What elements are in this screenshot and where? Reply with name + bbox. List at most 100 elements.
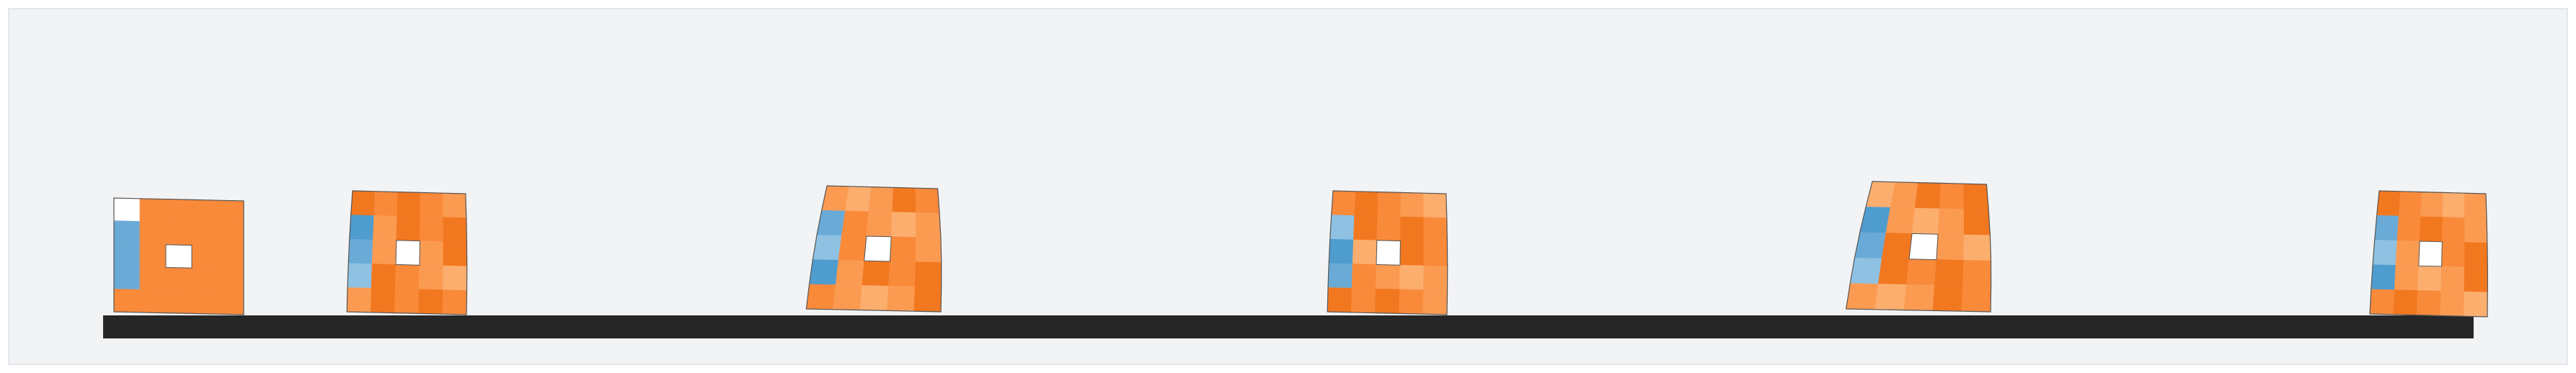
voxel-cell <box>1846 283 1879 310</box>
voxel-cell <box>845 186 872 212</box>
voxel-cell <box>139 266 167 291</box>
voxel-cell <box>2442 192 2465 218</box>
voxel-cell <box>1911 207 1940 235</box>
voxel-cell <box>217 246 244 270</box>
voxel-cell <box>1881 233 1913 260</box>
voxel-cell <box>350 190 376 216</box>
voxel-cell <box>1849 257 1882 284</box>
soft-robot-frame-3 <box>805 185 942 313</box>
voxel-cell <box>2396 215 2422 242</box>
voxel-cell <box>1934 259 1965 287</box>
voxel-cell <box>1963 183 1989 210</box>
soft-robot-frame-4 <box>1327 190 1448 315</box>
voxel-cell <box>1352 239 1378 265</box>
voxel-cell <box>371 287 396 313</box>
voxel-cell <box>113 243 141 267</box>
voxel-cell <box>217 291 244 315</box>
voxel-cell <box>443 265 468 291</box>
voxel-cell <box>217 199 244 224</box>
voxel-cell <box>165 199 192 223</box>
voxel-cell <box>1327 287 1353 313</box>
voxel-cell <box>2417 265 2442 292</box>
voxel-cell <box>2369 289 2395 315</box>
voxel-cell <box>1351 264 1377 289</box>
robot-hollow <box>864 235 892 262</box>
voxel-cell <box>1399 264 1425 290</box>
soft-robot-frame-5 <box>1845 181 1992 313</box>
voxel-cell <box>1423 265 1448 291</box>
voxel-cell <box>1890 181 1918 209</box>
voxel-cell <box>349 215 375 241</box>
voxel-cell <box>1327 263 1353 289</box>
voxel-cell <box>1937 208 1965 235</box>
voxel-cell <box>2419 216 2443 243</box>
voxel-cell <box>139 289 167 313</box>
voxel-cell <box>191 222 218 246</box>
voxel-cell <box>2393 289 2418 315</box>
voxel-cell <box>833 284 863 310</box>
voxel-cell <box>2420 192 2444 217</box>
voxel-cell <box>442 289 467 315</box>
voxel-cell <box>806 284 836 310</box>
voxel-cell <box>113 197 141 222</box>
voxel-cell <box>2464 217 2488 243</box>
robot-hollow <box>1908 233 1939 261</box>
voxel-cell <box>841 210 869 237</box>
voxel-cell <box>2440 290 2465 317</box>
voxel-cell <box>1963 234 1991 261</box>
voxel-cell <box>2374 215 2399 241</box>
voxel-cell <box>1962 260 1991 287</box>
voxel-cell <box>1423 217 1448 243</box>
voxel-cell <box>913 286 942 313</box>
voxel-cell <box>862 260 890 287</box>
voxel-cell <box>191 199 218 224</box>
voxel-cell <box>443 241 468 267</box>
voxel-cell <box>443 217 467 243</box>
voxel-cell <box>914 261 942 288</box>
voxel-cell <box>1877 258 1910 285</box>
voxel-cell <box>418 264 444 290</box>
voxel-cell <box>139 221 167 246</box>
voxel-cell <box>892 187 916 213</box>
voxel-cell <box>2441 241 2466 268</box>
voxel-cell <box>394 264 420 290</box>
voxel-cell <box>1914 182 1942 210</box>
robot-hollow <box>1376 240 1401 266</box>
voxel-cell <box>443 192 467 218</box>
voxel-cell <box>1399 289 1424 315</box>
voxel-cell <box>916 212 942 238</box>
voxel-cell <box>347 263 373 289</box>
robot-hollow <box>165 244 192 269</box>
voxel-cell <box>1932 284 1963 312</box>
soft-robot-frame-2 <box>346 190 468 315</box>
voxel-cell <box>348 238 373 264</box>
robot-hollow <box>395 240 420 266</box>
voxel-cell <box>2372 240 2398 266</box>
voxel-cell <box>2394 265 2420 291</box>
voxel-cell <box>191 267 218 292</box>
voxel-cell <box>1375 264 1401 290</box>
voxel-cell <box>2440 266 2465 292</box>
voxel-cell <box>396 215 421 241</box>
simulation-canvas <box>0 0 2576 373</box>
voxel-cell <box>1936 233 1965 261</box>
voxel-cell <box>113 266 141 290</box>
voxel-cell <box>915 237 942 263</box>
voxel-cell <box>373 191 399 217</box>
voxel-cell <box>418 289 443 315</box>
voxel-cell <box>1422 289 1448 315</box>
voxel-cell <box>888 261 916 287</box>
voxel-cell <box>1400 216 1425 242</box>
voxel-cell <box>217 223 244 247</box>
voxel-cell <box>1963 209 1991 236</box>
voxel-cell <box>1328 238 1354 264</box>
voxel-cell <box>1875 284 1907 310</box>
voxel-cell <box>1423 241 1448 267</box>
ground-bar <box>103 315 2474 338</box>
voxel-cell <box>2464 266 2488 293</box>
voxel-cell <box>890 236 916 263</box>
voxel-cell <box>1906 259 1937 286</box>
voxel-cell <box>1903 284 1935 311</box>
voxel-cell <box>1400 192 1425 218</box>
voxel-cell <box>419 241 444 266</box>
